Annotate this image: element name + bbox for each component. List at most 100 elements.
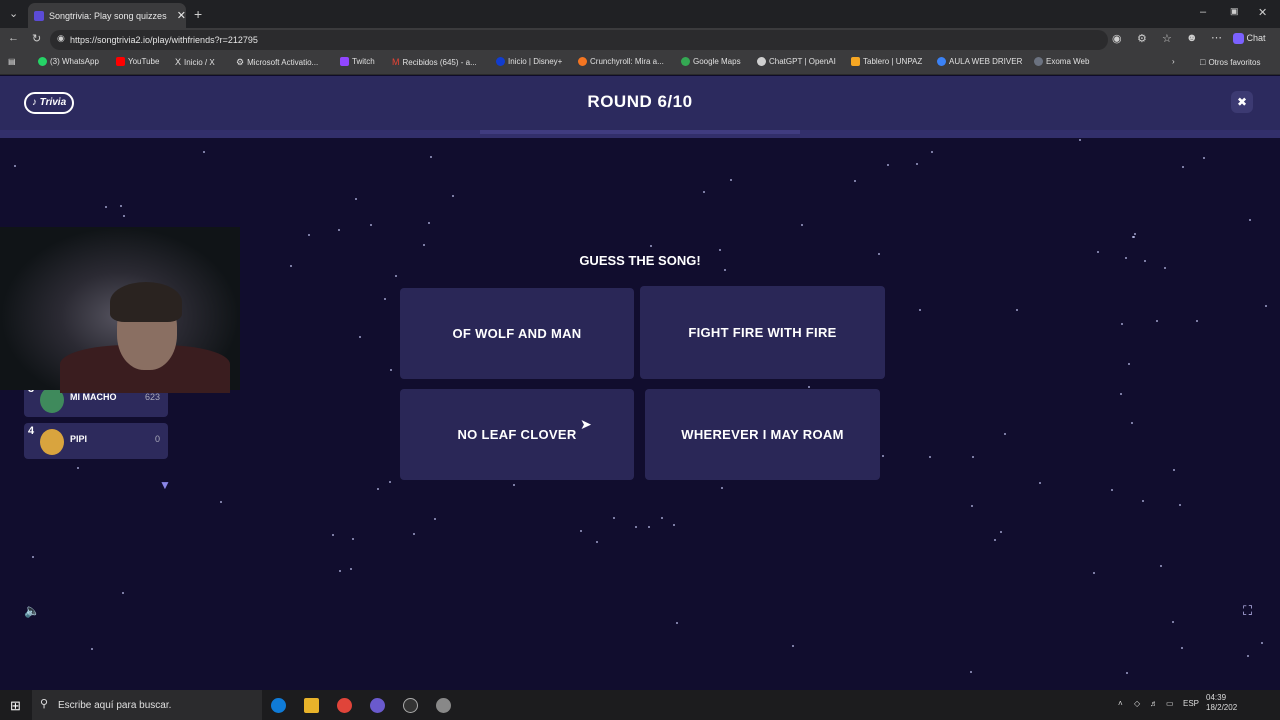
windows-icon[interactable]: ⊞: [10, 698, 21, 714]
copilot-chat-button[interactable]: Chat: [1233, 33, 1266, 45]
aula-icon: [937, 57, 946, 66]
bookmark-unpaz[interactable]: Tablero | UNPAZ: [851, 57, 922, 66]
star: [1121, 323, 1123, 325]
star: [1093, 572, 1095, 574]
star: [1039, 482, 1041, 484]
player-name: MI MACHO: [70, 392, 117, 402]
speaker-icon[interactable]: ♬: [1150, 699, 1158, 708]
bookmark-whatsapp[interactable]: (3) WhatsApp: [38, 57, 99, 66]
url-text: https://songtrivia2.io/play/withfriends?…: [70, 35, 258, 45]
game-area: ♪ Trivia ROUND 6/10 ✖ GUESS THE SONG! OF…: [0, 76, 1280, 690]
player-score: 0: [154, 434, 160, 444]
obs-icon[interactable]: [403, 698, 418, 713]
discord-icon[interactable]: [370, 698, 385, 713]
star: [332, 534, 334, 536]
chevron-down-icon[interactable]: ▼: [159, 478, 171, 492]
star: [1133, 236, 1135, 238]
player-score: 623: [144, 392, 160, 402]
clock[interactable]: 04:39 18/2/202: [1206, 693, 1237, 713]
browser-tab[interactable]: Songtrivia: Play song quizzes with ✕: [28, 3, 186, 28]
star: [1156, 320, 1158, 322]
refresh-icon[interactable]: ↻: [32, 32, 41, 45]
songtrivia-favicon-icon: [34, 10, 44, 21]
app-icon[interactable]: [436, 698, 451, 713]
extension-icon[interactable]: ◉: [1112, 32, 1122, 45]
volume-icon[interactable]: 🔈: [24, 603, 40, 619]
mouse-cursor-icon: ➤: [580, 416, 592, 432]
edge-icon[interactable]: [271, 698, 286, 713]
star: [1004, 433, 1006, 435]
bookmark-youtube[interactable]: YouTube: [116, 57, 159, 66]
star: [972, 456, 974, 458]
star: [1142, 500, 1144, 502]
answer-option-2[interactable]: FIGHT FIRE WITH FIRE: [640, 286, 885, 379]
search-icon: ⚲: [40, 698, 49, 710]
bookmark-crunchyroll[interactable]: Crunchyroll: Mira a...: [578, 57, 664, 66]
tray-chevron-icon[interactable]: ˄: [1118, 699, 1123, 708]
star: [384, 298, 386, 300]
url-field[interactable]: ◉ https://songtrivia2.io/play/withfriend…: [50, 30, 1108, 50]
tab-title: Songtrivia: Play song quizzes with: [49, 10, 169, 21]
star: [1160, 565, 1162, 567]
bookmark-microsoft[interactable]: ⚙ Microsoft Activatio...: [236, 57, 318, 68]
taskbar-search[interactable]: ⚲ Escribe aquí para buscar.: [32, 690, 262, 720]
profile-icon[interactable]: ☻: [1186, 32, 1198, 44]
star: [1120, 393, 1122, 395]
bookmark-exoma[interactable]: Exoma Web: [1034, 57, 1089, 66]
bookmarks-overflow-icon[interactable]: ›: [1172, 57, 1175, 66]
bookmark-gmail[interactable]: M Recibidos (645) - a...: [392, 57, 477, 67]
youtube-icon: [116, 57, 125, 66]
star: [1172, 621, 1174, 623]
network-icon[interactable]: ◇: [1134, 699, 1140, 708]
star: [1111, 489, 1113, 491]
answer-option-1[interactable]: OF WOLF AND MAN: [400, 288, 634, 379]
new-tab-icon[interactable]: +: [194, 6, 202, 22]
star: [350, 568, 352, 570]
battery-icon[interactable]: ▭: [1166, 699, 1174, 708]
answer-option-3[interactable]: NO LEAF CLOVER: [400, 389, 634, 480]
bookmark-maps[interactable]: Google Maps: [681, 57, 741, 66]
tab-close-icon[interactable]: ✕: [177, 9, 186, 22]
player-rank: 4: [28, 425, 35, 437]
star: [1247, 655, 1249, 657]
bookmark-twitch[interactable]: Twitch: [340, 57, 375, 66]
restore-icon[interactable]: ▣: [1230, 6, 1239, 17]
bookmarks-menu-icon[interactable]: ▤: [8, 57, 16, 66]
star: [370, 224, 372, 226]
star: [919, 309, 921, 311]
star: [730, 179, 732, 181]
disney-icon: [496, 57, 505, 66]
bookmark-chatgpt[interactable]: ChatGPT | OpenAI: [757, 57, 836, 66]
bookmark-disney[interactable]: Inicio | Disney+: [496, 57, 562, 66]
minimize-icon[interactable]: –: [1200, 6, 1206, 18]
star: [434, 518, 436, 520]
star: [673, 524, 675, 526]
star: [390, 369, 392, 371]
more-menu-icon[interactable]: ⋯: [1211, 31, 1222, 44]
answer-option-4[interactable]: WHEREVER I MAY ROAM: [645, 389, 880, 480]
webcam-hair: [110, 282, 182, 322]
language-indicator[interactable]: ESP: [1183, 699, 1199, 708]
back-icon[interactable]: ←: [8, 32, 19, 44]
close-game-button[interactable]: ✖: [1231, 91, 1253, 113]
fullscreen-icon[interactable]: ⛶: [1243, 603, 1252, 619]
favorites-icon[interactable]: ☆: [1162, 32, 1172, 45]
star: [338, 229, 340, 231]
file-explorer-icon[interactable]: [304, 698, 319, 713]
game-header: ♪ Trivia ROUND 6/10 ✖: [0, 76, 1280, 130]
star: [971, 505, 973, 507]
window-close-icon[interactable]: ✕: [1258, 6, 1267, 19]
extensions-puzzle-icon[interactable]: ⚙: [1137, 32, 1147, 45]
star: [513, 484, 515, 486]
lock-icon[interactable]: ◉: [57, 33, 65, 44]
star: [389, 481, 391, 483]
star: [1249, 219, 1251, 221]
other-bookmarks[interactable]: □ Otros favoritos: [1200, 57, 1260, 67]
player-avatar: [40, 429, 64, 455]
bookmark-x[interactable]: X Inicio / X: [175, 57, 215, 67]
chrome-icon[interactable]: [337, 698, 352, 713]
bookmark-aula-web[interactable]: AULA WEB DRIVER: [937, 57, 1022, 66]
tab-list-icon[interactable]: ⌄: [9, 7, 18, 20]
progress-strip: [0, 130, 1280, 138]
crunchyroll-icon: [578, 57, 587, 66]
